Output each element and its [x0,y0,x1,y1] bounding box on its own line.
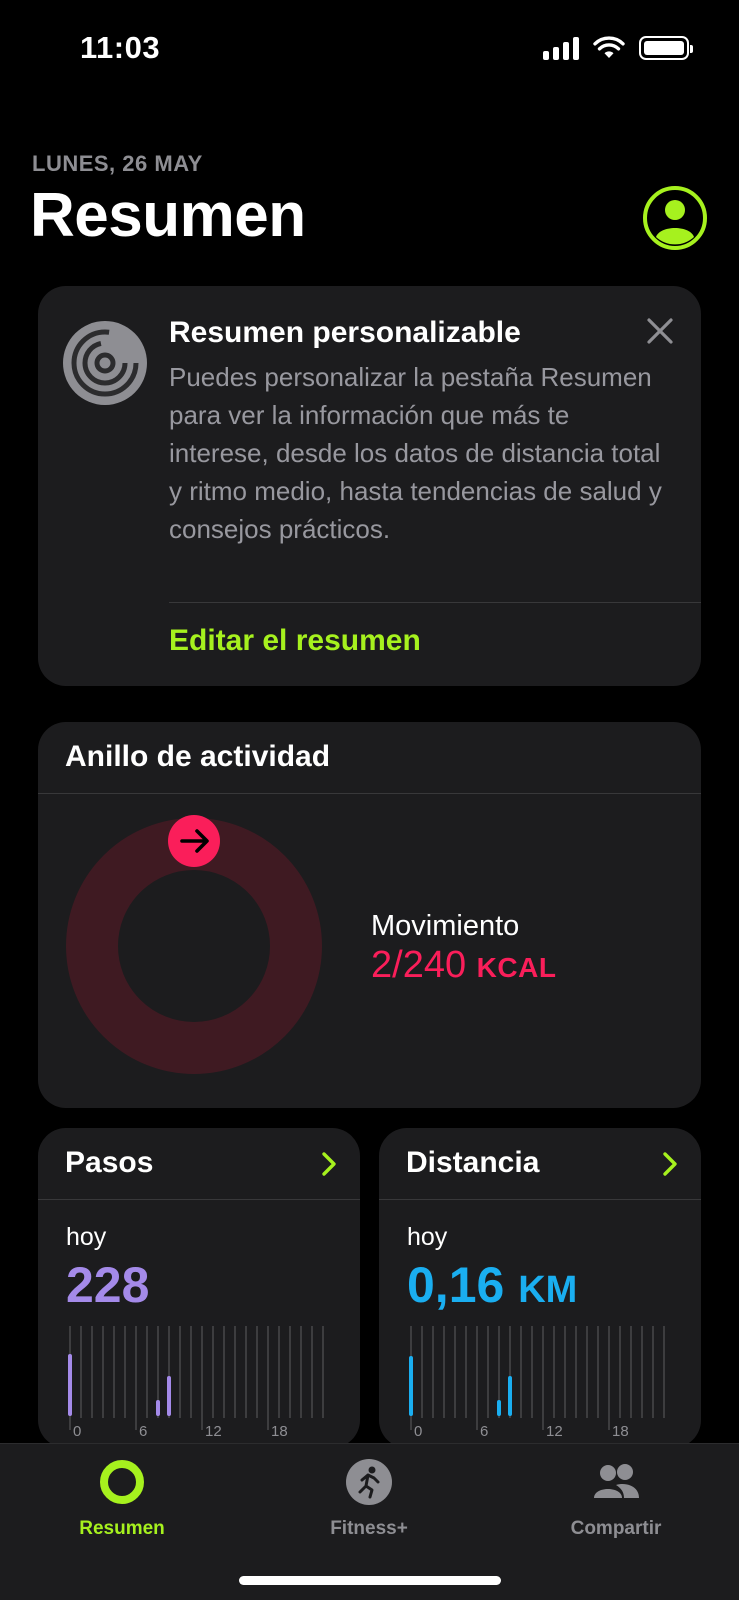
steps-card[interactable]: Pasos hoy 228 0 6 12 18 [38,1128,360,1448]
wifi-icon [593,36,625,58]
steps-period-label: hoy [66,1223,107,1251]
distance-value-number: 0,16 [407,1257,505,1313]
distance-card[interactable]: Distancia hoy 0,16 KM 0 6 12 18 [379,1128,701,1448]
status-bar: 11:03 [0,0,739,100]
distance-period-label: hoy [407,1223,448,1251]
summary-rings-icon [63,321,147,405]
axis-tick-label: 18 [271,1423,288,1438]
running-figure-icon [346,1459,392,1505]
status-time: 11:03 [80,30,161,65]
divider [169,602,701,603]
divider [38,1199,360,1200]
date-label: LUNES, 26 MAY [32,151,203,176]
cellular-signal-icon [543,36,579,60]
move-label: Movimiento [371,910,520,942]
chevron-right-icon [322,1152,336,1176]
move-value-number: 2/240 [371,944,467,986]
tab-label: Resumen [79,1518,165,1539]
chevron-right-icon [663,1152,677,1176]
page-title: Resumen [30,181,306,250]
axis-tick-label: 0 [73,1423,81,1438]
axis-tick-label: 12 [546,1423,563,1438]
distance-value: 0,16 KM [407,1256,577,1314]
axis-tick-label: 18 [612,1423,629,1438]
distance-card-title: Distancia [406,1146,540,1179]
status-icons [543,36,693,60]
profile-avatar-button[interactable] [642,185,708,251]
move-unit: KCAL [476,952,557,983]
divider [379,1199,701,1200]
people-icon [594,1464,639,1498]
distance-hourly-chart: 0 6 12 18 [409,1326,665,1438]
edit-summary-link[interactable]: Editar el resumen [169,624,421,658]
axis-tick-label: 0 [414,1423,422,1438]
steps-hourly-chart: 0 6 12 18 [68,1326,324,1438]
distance-unit: KM [518,1269,578,1311]
summary-card-title: Resumen personalizable [169,316,521,349]
move-value: 2/240 KCAL [371,944,556,987]
tab-compartir[interactable]: Compartir [536,1458,696,1540]
customizable-summary-card: Resumen personalizable Puedes personaliz… [38,286,701,686]
axis-tick-label: 12 [205,1423,222,1438]
summary-card-description: Puedes personalizar la pestaña Resumen p… [169,362,662,544]
activity-ring-card[interactable]: Anillo de actividad Movimiento 2/240 KCA… [38,722,701,1108]
close-icon[interactable] [645,316,675,346]
tab-label: Fitness+ [330,1518,408,1539]
steps-value: 228 [66,1257,150,1313]
axis-tick-label: 6 [139,1423,147,1438]
tab-fitness-plus[interactable]: Fitness+ [289,1458,449,1540]
activity-card-title: Anillo de actividad [65,740,331,773]
tab-label: Compartir [570,1518,662,1539]
tab-resumen[interactable]: Resumen [42,1458,202,1540]
divider [38,793,701,794]
move-ring [66,815,322,1074]
home-indicator [239,1576,501,1585]
axis-tick-label: 6 [480,1423,488,1438]
battery-icon [639,36,693,60]
steps-card-title: Pasos [65,1146,154,1179]
activity-ring-icon [100,1460,144,1504]
